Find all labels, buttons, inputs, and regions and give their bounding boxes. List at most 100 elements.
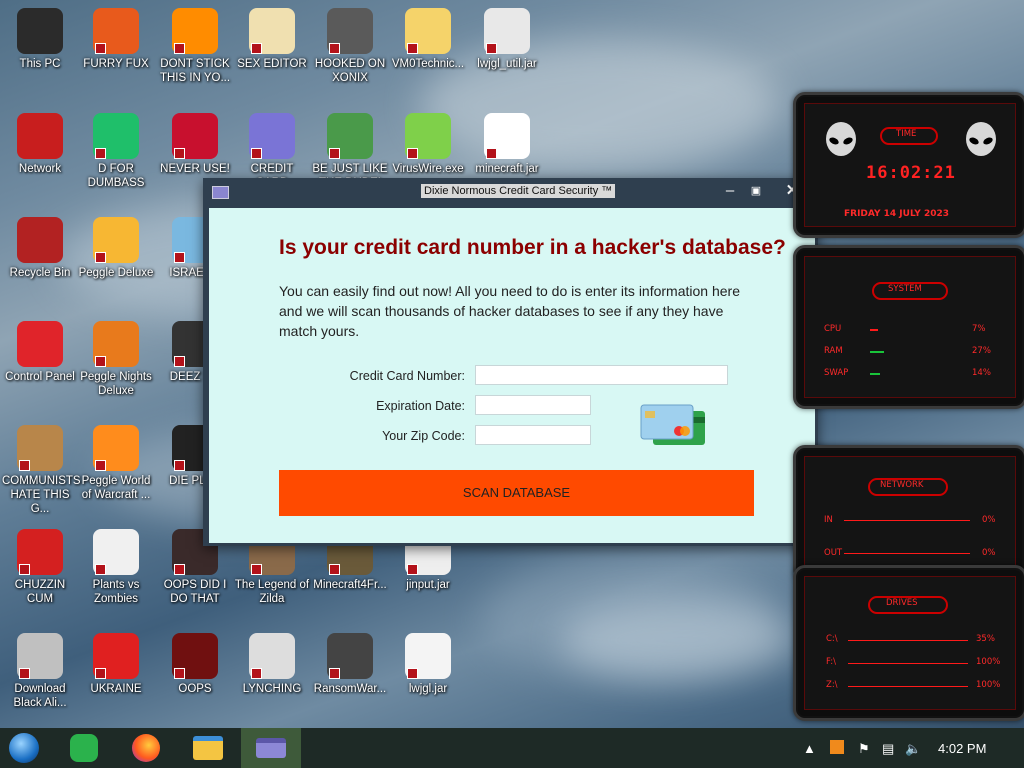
desktop-icon-label: lwjgl.jar	[408, 683, 448, 695]
start-orb-icon[interactable]	[8, 732, 42, 764]
shortcut-arrow-icon	[486, 148, 497, 159]
drives-title: DRIVES	[886, 598, 918, 608]
desktop-icon-peggle-nights[interactable]: Peggle Nights Deluxe	[78, 321, 154, 398]
desktop-icon-plants-vs-zombies[interactable]: Plants vs Zombies	[78, 529, 154, 606]
desktop-icon-label: Minecraft4Fr...	[313, 579, 387, 591]
file-explorer-icon[interactable]	[191, 732, 225, 764]
desktop-icon-peggle-wow[interactable]: Peggle World of Warcraft ...	[78, 425, 154, 502]
firefox-icon[interactable]	[130, 732, 164, 764]
maximize-button[interactable]: ▣	[744, 180, 768, 202]
desktop-icon-vm0technic[interactable]: VM0Technic...	[390, 8, 466, 71]
show-hidden-icons[interactable]: ▲	[803, 741, 816, 756]
desktop-icon-hooked-on-xonix[interactable]: HOOKED ON XONIX	[312, 8, 388, 85]
window-title: Dixie Normous Credit Card Security ™	[421, 184, 616, 198]
desktop-icon-minecraft-jar[interactable]: minecraft.jar	[469, 113, 545, 176]
desktop-icon-sex-editor[interactable]: SEX EDITOR	[234, 8, 310, 71]
expiration-date-input[interactable]	[475, 395, 591, 415]
card-number-input[interactable]	[475, 365, 728, 385]
shortcut-arrow-icon	[174, 148, 185, 159]
shortcut-arrow-icon	[329, 564, 340, 575]
shortcut-arrow-icon	[19, 668, 30, 679]
zip-code-input[interactable]	[475, 425, 591, 445]
desktop-icon-label: Peggle Deluxe	[78, 267, 154, 279]
shortcut-arrow-icon	[174, 668, 185, 679]
desktop-icon-chuzzin[interactable]: CHUZZIN CUM	[2, 529, 78, 606]
desktop-icon-label: RansomWar...	[313, 683, 387, 695]
drive-f-value: 100%	[976, 657, 1001, 667]
drive-c-label: C:\	[826, 634, 838, 644]
minimize-button[interactable]: –	[718, 180, 742, 202]
shortcut-arrow-icon	[407, 564, 418, 575]
desktop-icon-label: minecraft.jar	[475, 163, 539, 175]
desktop-icon-control-panel[interactable]: Control Panel	[2, 321, 78, 384]
desktop-icon-oops[interactable]: OOPS	[157, 633, 233, 696]
sex-editor-icon	[249, 8, 295, 54]
window-titlebar[interactable]: Dixie Normous Credit Card Security ™ – ▣…	[203, 178, 818, 206]
peggle-deluxe-icon	[93, 217, 139, 263]
expiration-label: Expiration Date:	[376, 399, 465, 413]
drive-c-value: 35%	[976, 634, 995, 644]
lwjgl-jar-icon	[405, 633, 451, 679]
net-in-value: 0%	[982, 515, 996, 525]
scan-database-button[interactable]: SCAN DATABASE	[279, 470, 754, 516]
swap-label: SWAP	[824, 368, 849, 378]
taskbar: ▲ ⚑ ▤ 🔈 4:02 PM	[0, 728, 1024, 768]
credit-card-checker-icon	[249, 113, 295, 159]
desktop-icon-d-for-dumbass[interactable]: D FOR DUMBASS	[78, 113, 154, 190]
page-title: Is your credit card number in a hacker's…	[279, 236, 786, 259]
never-use-icon	[172, 113, 218, 159]
time-date: FRIDAY 14 JULY 2023	[844, 209, 949, 219]
drive-z-value: 100%	[976, 680, 1001, 690]
desktop-icon-label: UKRAINE	[90, 683, 142, 695]
shortcut-arrow-icon	[174, 356, 185, 367]
volume-icon[interactable]: 🔈	[905, 741, 921, 757]
desktop-icon-ukraine[interactable]: UKRAINE	[78, 633, 154, 696]
ransomwar-icon	[327, 633, 373, 679]
desktop-icon-download-black-ali[interactable]: Download Black Ali...	[2, 633, 78, 710]
desktop-icon-ransomwar[interactable]: RansomWar...	[312, 633, 388, 696]
desktop-icon-label: Recycle Bin	[9, 267, 71, 279]
drive-f-label: F:\	[826, 657, 836, 667]
viruswire-icon	[405, 113, 451, 159]
desktop-icon-viruswire[interactable]: VirusWire.exe	[390, 113, 466, 176]
lynching-icon	[249, 633, 295, 679]
vm0technic-icon	[405, 8, 451, 54]
shortcut-arrow-icon	[95, 564, 106, 575]
communists-icon	[17, 425, 63, 471]
dont-stick-icon	[172, 8, 218, 54]
network-status-icon[interactable]: ▤	[882, 741, 894, 757]
desktop-icon-lwjgl-jar[interactable]: lwjgl.jar	[390, 633, 466, 696]
desktop-icon-lwjgl-util-jar[interactable]: lwjgl_util.jar	[469, 8, 545, 71]
network-icon	[17, 113, 63, 159]
shortcut-arrow-icon	[174, 252, 185, 263]
desktop-icon-this-pc[interactable]: This PC	[2, 8, 78, 71]
desktop-icon-label: COMMUNISTS HATE THIS G...	[2, 475, 81, 515]
desktop-icon-network[interactable]: Network	[2, 113, 78, 176]
desktop-icon-label: VirusWire.exe	[392, 163, 464, 175]
shortcut-arrow-icon	[407, 148, 418, 159]
desktop-icon-furry-fux[interactable]: FURRY FUX	[78, 8, 154, 71]
tray-app-icon[interactable]	[830, 740, 844, 754]
time-widget: TIME 16:02:21 FRIDAY 14 JULY 2023	[793, 92, 1024, 238]
alien-head-icon	[966, 122, 996, 156]
flag-icon[interactable]: ⚑	[858, 741, 870, 757]
drives-widget: DRIVES C:\ 35% F:\ 100% Z:\ 100%	[793, 565, 1024, 721]
minecraft-jar-icon	[484, 113, 530, 159]
desktop-icon-lynching[interactable]: LYNCHING	[234, 633, 310, 696]
window-content: Is your credit card number in a hacker's…	[209, 208, 815, 543]
desktop-icon-recycle-bin[interactable]: Recycle Bin	[2, 217, 78, 280]
feedly-icon[interactable]	[68, 732, 102, 764]
desktop-icon-never-use[interactable]: NEVER USE!	[157, 113, 233, 176]
cpu-value: 7%	[972, 324, 986, 334]
desktop-icon-label: jinput.jar	[406, 579, 450, 591]
network-widget: NETWORK IN 0% OUT 0%	[793, 445, 1024, 581]
desktop-icon-peggle-deluxe[interactable]: Peggle Deluxe	[78, 217, 154, 280]
desktop-icon-label: Download Black Ali...	[13, 683, 67, 709]
desktop-icon-communists[interactable]: COMMUNISTS HATE THIS G...	[2, 425, 81, 516]
desktop-icon-label: NEVER USE!	[160, 163, 230, 175]
net-in-label: IN	[824, 515, 833, 525]
credit-card-checker-task[interactable]	[241, 728, 301, 768]
taskbar-clock[interactable]: 4:02 PM	[938, 741, 986, 756]
desktop-icon-dont-stick[interactable]: DONT STICK THIS IN YO...	[157, 8, 233, 85]
oops-icon	[172, 633, 218, 679]
